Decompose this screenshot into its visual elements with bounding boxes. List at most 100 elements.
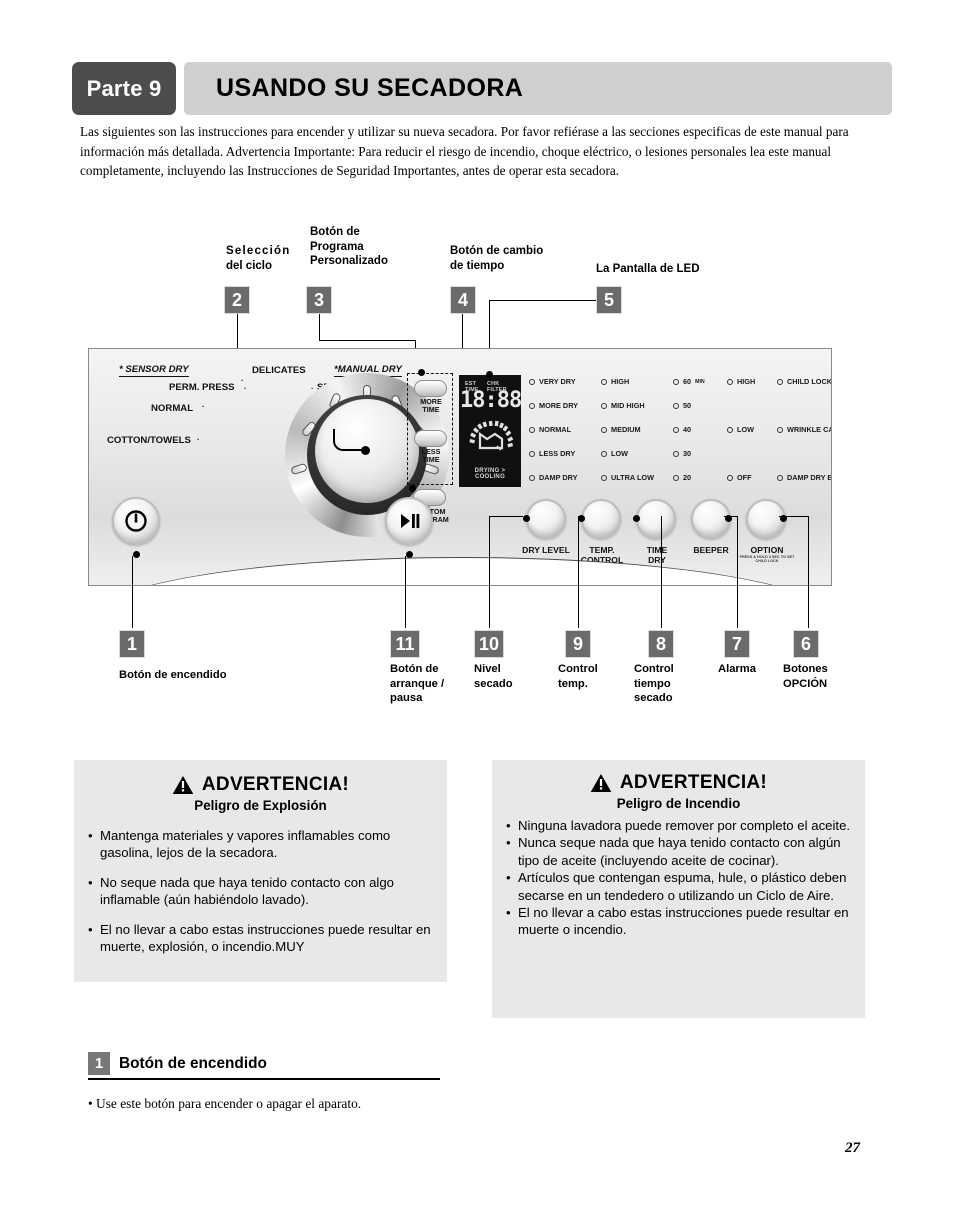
- bottom-label-8: Control tiempo secado: [634, 663, 674, 705]
- warning-box-explosion: ADVERTENCIA! Peligro de Explosión Manten…: [74, 760, 447, 982]
- indicator-time-20: 20: [673, 473, 691, 482]
- indicator-led: [727, 378, 733, 385]
- page-title: USANDO SU SECADORA: [216, 74, 524, 102]
- bottom-chip-6: 6: [793, 630, 819, 658]
- time-dry-button[interactable]: [636, 499, 676, 539]
- section-heading: 1 Botón de encendido: [88, 1052, 440, 1080]
- time-unit: MIN: [695, 378, 705, 385]
- indicator-damp-dry-beep: DAMP DRY BEEP: [777, 473, 831, 482]
- callout-chip-2: 2: [224, 286, 250, 314]
- cycle-label-cotton-towels: COTTON/TOWELS: [107, 435, 191, 446]
- leader-line-2: [237, 314, 238, 350]
- callout-label-3: Botón de Programa Personalizado: [310, 225, 420, 269]
- indicator-temp-high: HIGH: [601, 377, 629, 386]
- dry-level-button[interactable]: [526, 499, 566, 539]
- warning-left-item: El no llevar a cabo estas instrucciones …: [88, 921, 431, 956]
- warning-right-list: Ninguna lavadora puede remover por compl…: [506, 817, 851, 939]
- indicator-led: [673, 426, 679, 433]
- callout-3-line2: Programa: [310, 240, 364, 253]
- bottom-leader-7b: [724, 516, 738, 517]
- bottom-leader-9: [578, 516, 579, 628]
- led-display: EST TIME CHK FILTER 18:88 DRYING > COOLI…: [459, 375, 522, 487]
- warning-right-subtitle: Peligro de Incendio: [616, 796, 741, 811]
- bottom-chip-10: 10: [474, 630, 504, 658]
- option-label: OPTION PRESS & HOLD 3 SEC TO SET CHILD L…: [734, 545, 800, 563]
- indicator-led: [673, 450, 679, 457]
- cycle-group-sensor-dry: * SENSOR DRY: [119, 364, 189, 377]
- warning-right-item: Nunca seque nada que haya tenido contact…: [506, 834, 851, 869]
- bottom-leader-8: [661, 516, 662, 628]
- indicator-led: [601, 474, 607, 481]
- less-time-button[interactable]: [414, 430, 447, 447]
- connector-dot-more-time: [418, 369, 425, 376]
- warning-right-title: ADVERTENCIA!: [492, 772, 865, 794]
- callout-4-line2: de tiempo: [450, 259, 505, 272]
- cycle-tick-perm: .: [244, 382, 247, 391]
- indicator-led: [727, 426, 733, 433]
- indicator-led: [673, 474, 679, 481]
- cycle-label-perm-press: PERM. PRESS: [169, 382, 235, 393]
- bottom-leader-7: [737, 516, 738, 628]
- indicator-beeper-low: LOW: [727, 425, 754, 434]
- warning-left-subtitle: Peligro de Explosión: [194, 798, 327, 813]
- dial-hub: [361, 446, 370, 455]
- temp-control-button[interactable]: [581, 499, 621, 539]
- indicator-temp-low: LOW: [601, 449, 628, 458]
- led-status-text: DRYING > COOLING: [474, 468, 506, 480]
- callout-3-line3: Personalizado: [310, 255, 388, 267]
- warning-left-item: No seque nada que haya tenido contacto c…: [88, 874, 431, 909]
- more-time-label: MORE TIME: [408, 398, 454, 414]
- bottom-label-10: Nivel secado: [474, 663, 513, 690]
- intro-paragraph: Las siguientes son las instrucciones par…: [80, 124, 849, 179]
- indicator-time-50: 50: [673, 401, 691, 410]
- warning-right-item: Artículos que contengan espuma, hule, o …: [506, 869, 851, 904]
- connector-dot-power: [133, 551, 140, 558]
- warning-triangle-icon: [590, 774, 612, 792]
- more-time-button[interactable]: [414, 380, 447, 397]
- leader-line-5a: [489, 300, 596, 301]
- connector-dot-temp: [578, 515, 585, 522]
- drum-progress-icon: [469, 420, 514, 451]
- bottom-label-9: Control temp.: [558, 663, 598, 690]
- indicator-temp-mid-high: MID HIGH: [601, 401, 645, 410]
- bottom-leader-6: [808, 516, 809, 628]
- bottom-label-1: Botón de encendido: [119, 669, 227, 681]
- callout-5-line1: La Pantalla de LED: [596, 263, 700, 275]
- time-change-button-group: MORE TIME LESS TIME: [407, 373, 453, 485]
- callout-2-line2: del ciclo: [226, 259, 273, 272]
- bottom-leader-10b: [489, 516, 523, 517]
- indicator-time-30: 30: [673, 449, 691, 458]
- bottom-leader-6b: [779, 516, 809, 517]
- bottom-leader-10: [489, 516, 490, 628]
- bottom-leader-11: [405, 556, 406, 628]
- callout-4-line1: Botón de cambio: [450, 245, 544, 257]
- indicator-led: [601, 426, 607, 433]
- callout-chip-5: 5: [596, 286, 622, 314]
- indicator-led: [601, 402, 607, 409]
- section-body: • Use este botón para encender o apagar …: [88, 1096, 362, 1111]
- bottom-label-6: Botones OPCIÓN: [783, 663, 828, 690]
- warning-triangle-icon: [172, 776, 194, 794]
- connector-dot-dry-level: [523, 515, 530, 522]
- indicator-led: [529, 426, 535, 433]
- callout-label-5: La Pantalla de LED: [596, 262, 726, 277]
- indicator-led: [601, 450, 607, 457]
- callout-chip-4: 4: [450, 286, 476, 314]
- more-time-line2: TIME: [422, 405, 440, 414]
- panel-bottom-curve: [89, 557, 831, 585]
- header-bar: USANDO SU SECADORA: [184, 62, 892, 115]
- play-pause-icon: [401, 514, 420, 528]
- dryer-control-panel: * SENSOR DRY *MANUAL DRY PERM. PRESS NOR…: [88, 348, 832, 586]
- callout-2-line1: Selección: [226, 245, 291, 257]
- callout-label-2: Selección del ciclo: [226, 244, 310, 273]
- callout-chip-3: 3: [306, 286, 332, 314]
- indicator-beeper-high: HIGH: [727, 377, 755, 386]
- indicator-child-lock: CHILD LOCK: [777, 377, 831, 386]
- status-indicator-grid: VERY DRY MORE DRY NORMAL LESS DRY DAMP D…: [529, 377, 831, 483]
- manual-page: Parte 9 USANDO SU SECADORA Las siguiente…: [0, 0, 954, 1232]
- indicator-very-dry: VERY DRY: [529, 377, 576, 386]
- power-icon: [125, 510, 147, 532]
- indicator-wrinkle-care: WRINKLE CARE: [777, 425, 831, 434]
- warning-right-item: Ninguna lavadora puede remover por compl…: [506, 817, 851, 835]
- bottom-label-11: Botón de arranque / pausa: [390, 663, 445, 705]
